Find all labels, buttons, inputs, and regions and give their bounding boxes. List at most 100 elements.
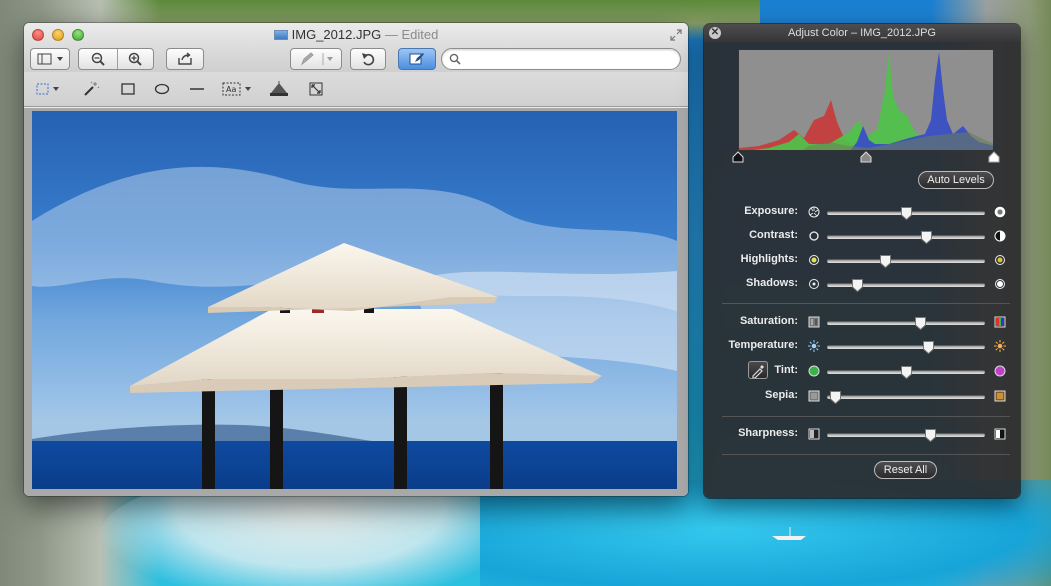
panel-titlebar: ✕ Adjust Color – IMG_2012.JPG	[704, 24, 1020, 42]
cool-temperature-icon	[808, 340, 820, 352]
ellipse-shape-button[interactable]	[154, 80, 170, 98]
pen-icon	[300, 52, 333, 66]
line-shape-button[interactable]	[189, 80, 205, 98]
window-title-edited: — Edited	[384, 27, 439, 42]
sharpness-high-icon	[994, 428, 1006, 440]
highlights-slider[interactable]	[827, 255, 985, 268]
tint-green-icon	[808, 365, 820, 377]
saturation-low-icon	[808, 316, 820, 328]
share-icon	[178, 52, 192, 65]
sepia-slider[interactable]	[827, 391, 985, 404]
shadows-slider-thumb[interactable]	[851, 279, 863, 292]
highlights-label: Highlights:	[740, 253, 798, 265]
sepia-slider-thumb[interactable]	[829, 391, 841, 404]
sepia-high-icon	[994, 390, 1006, 402]
shadows-label: Shadows:	[746, 277, 798, 289]
gazebo-photo	[32, 166, 677, 489]
black-point-handle[interactable]	[732, 151, 744, 163]
saturation-slider[interactable]	[827, 317, 985, 330]
tint-magenta-icon	[994, 365, 1006, 377]
temperature-label: Temperature:	[728, 339, 798, 351]
temperature-slider-thumb[interactable]	[922, 341, 934, 354]
reset-all-button[interactable]: Reset All	[874, 461, 937, 479]
rotate-left-icon	[362, 53, 375, 66]
selection-tool-button[interactable]	[36, 80, 62, 98]
saturation-high-icon	[994, 316, 1006, 328]
highlights-low-icon	[809, 255, 819, 265]
edit-toolbar-icon	[409, 53, 424, 65]
image-canvas[interactable]	[24, 108, 688, 496]
warm-temperature-icon	[994, 340, 1006, 352]
levels-histogram	[738, 49, 994, 151]
line-icon	[190, 88, 204, 90]
tint-label: Tint:	[774, 364, 798, 376]
toolbar	[30, 48, 682, 70]
ellipse-icon	[154, 83, 170, 95]
gray-point-eyedropper-button[interactable]	[748, 361, 768, 379]
zoom-out-button[interactable]	[79, 52, 116, 66]
auto-levels-button[interactable]: Auto Levels	[918, 171, 994, 189]
rectangle-icon	[121, 83, 135, 95]
contrast-row: Contrast:	[704, 226, 1020, 246]
shadows-slider[interactable]	[827, 279, 985, 292]
sepia-label: Sepia:	[764, 389, 798, 401]
fullscreen-icon[interactable]	[670, 29, 682, 41]
panel-separator	[722, 454, 1010, 455]
saturation-slider-thumb[interactable]	[915, 317, 927, 330]
white-point-handle[interactable]	[988, 151, 1000, 163]
search-field[interactable]	[441, 48, 681, 70]
highlights-slider-thumb[interactable]	[879, 255, 891, 268]
zoom-in-button[interactable]	[116, 52, 153, 66]
histogram-chart	[739, 52, 993, 150]
text-tool-button[interactable]: Aa	[222, 80, 256, 98]
instant-alpha-button[interactable]	[82, 80, 100, 98]
panel-separator	[722, 416, 1010, 417]
rectangle-shape-button[interactable]	[121, 80, 135, 98]
saturation-row: Saturation:	[704, 312, 1020, 332]
adjust-color-button[interactable]	[269, 80, 289, 98]
sepia-low-icon	[808, 390, 820, 402]
exposure-slider[interactable]	[827, 207, 985, 220]
exposure-label: Exposure:	[744, 205, 798, 217]
resize-icon	[309, 82, 323, 96]
edit-toolbar: Aa	[24, 72, 688, 107]
temperature-row: Temperature:	[704, 336, 1020, 356]
wallpaper-boat	[772, 527, 806, 540]
contrast-high-icon	[994, 230, 1006, 242]
preview-window: IMG_2012.JPG — Edited Aa	[24, 23, 688, 496]
edit-toolbar-toggle-button[interactable]	[398, 48, 436, 70]
share-button[interactable]	[166, 48, 204, 70]
annotate-menu-button[interactable]	[290, 48, 342, 70]
document-icon	[273, 30, 288, 40]
sharpness-slider[interactable]	[827, 429, 985, 442]
sharpness-slider-thumb[interactable]	[925, 429, 937, 442]
magic-wand-icon	[84, 81, 100, 96]
contrast-label: Contrast:	[749, 229, 798, 241]
photo-image	[32, 111, 677, 489]
shadows-low-icon	[809, 279, 819, 289]
adjust-size-button[interactable]	[309, 80, 323, 98]
shadows-high-icon	[995, 279, 1005, 289]
tint-slider-thumb[interactable]	[900, 366, 912, 379]
aperture-large-icon	[994, 206, 1006, 218]
shadows-row: Shadows:	[704, 274, 1020, 294]
tint-slider[interactable]	[827, 366, 985, 379]
tint-row: Tint:	[704, 361, 1020, 381]
eyedropper-icon	[752, 365, 764, 379]
aperture-small-icon	[808, 206, 820, 218]
panel-close-button[interactable]: ✕	[709, 27, 721, 39]
sharpness-label: Sharpness:	[738, 427, 798, 439]
contrast-slider[interactable]	[827, 231, 985, 244]
window-title-filename: IMG_2012.JPG	[291, 27, 382, 42]
adjust-color-icon	[270, 81, 288, 96]
contrast-slider-thumb[interactable]	[921, 231, 933, 244]
sidebar-view-button[interactable]	[30, 48, 70, 70]
sidebar-icon	[37, 53, 63, 65]
zoom-segmented-control	[78, 48, 154, 70]
sepia-row: Sepia:	[704, 386, 1020, 406]
rotate-button[interactable]	[350, 48, 386, 70]
midpoint-handle[interactable]	[860, 151, 872, 163]
temperature-slider[interactable]	[827, 341, 985, 354]
exposure-slider-thumb[interactable]	[900, 207, 912, 220]
text-box-icon: Aa	[222, 82, 251, 96]
